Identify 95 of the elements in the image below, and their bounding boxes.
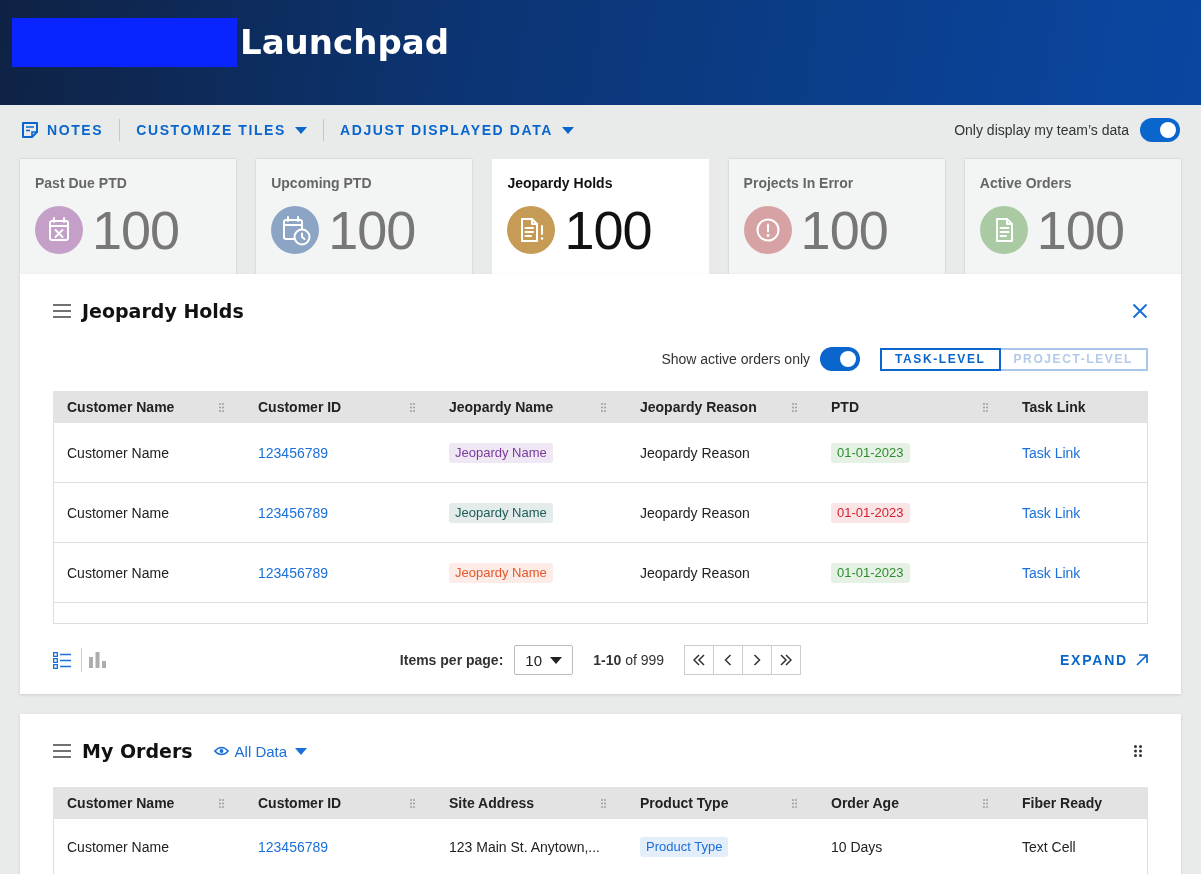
- drag-handle-icon[interactable]: [410, 798, 415, 808]
- close-icon[interactable]: [1132, 303, 1148, 319]
- drag-handle-icon[interactable]: [219, 798, 224, 808]
- column-header: PTD: [831, 399, 859, 415]
- table-link[interactable]: 123456789: [258, 504, 329, 521]
- status-tag: 01-01-2023: [831, 562, 910, 583]
- drag-handle-icon[interactable]: [792, 402, 797, 412]
- table-cell-text: 123 Main St. Anytown,...: [448, 838, 601, 855]
- drag-handle-icon[interactable]: [983, 798, 988, 808]
- app-title: Launchpad: [240, 21, 449, 64]
- status-tag: Jeopardy Name: [449, 442, 553, 463]
- column-header: Customer ID: [258, 399, 342, 415]
- table-cell-text: Jeopardy Reason: [639, 504, 751, 521]
- last-page-button[interactable]: [771, 645, 802, 675]
- tile-title: Jeopardy Holds: [507, 175, 614, 191]
- tile-count: 100: [1036, 206, 1124, 254]
- caret-down-icon: [295, 126, 307, 134]
- column-header: Customer Name: [67, 399, 175, 415]
- tile-count: 100: [564, 206, 652, 254]
- list-view-icon[interactable]: [53, 651, 71, 669]
- table-link[interactable]: Task Link: [1022, 504, 1081, 521]
- table-cell-text: Jeopardy Reason: [639, 444, 751, 461]
- notes-button[interactable]: NOTES: [22, 122, 104, 138]
- summary-tile[interactable]: Active Orders 100: [964, 159, 1181, 274]
- first-page-button[interactable]: [684, 645, 715, 675]
- status-tag: Jeopardy Name: [449, 562, 553, 583]
- drag-handle-icon[interactable]: [792, 798, 797, 808]
- menu-icon[interactable]: [53, 744, 71, 758]
- drag-handle-icon[interactable]: [410, 402, 415, 412]
- drag-handle-icon[interactable]: [983, 402, 988, 412]
- drag-handle-icon[interactable]: [601, 798, 606, 808]
- double-chevron-right-icon: [780, 654, 793, 666]
- column-header: Customer Name: [67, 795, 175, 811]
- double-chevron-left-icon: [693, 654, 706, 666]
- caret-down-icon: [562, 126, 574, 134]
- data-filter-dropdown[interactable]: All Data: [213, 742, 308, 760]
- tile-count: 100: [800, 206, 888, 254]
- status-tag: Jeopardy Name: [449, 502, 553, 523]
- tile-title: Active Orders: [979, 175, 1073, 191]
- table-link[interactable]: 123456789: [258, 564, 329, 581]
- table-cell-text: Customer Name: [66, 444, 170, 461]
- column-header: Fiber Ready: [1022, 795, 1103, 811]
- column-header: Order Age: [831, 795, 899, 811]
- column-header: Jeopardy Reason: [640, 399, 757, 415]
- page-size-select[interactable]: 10: [514, 645, 574, 675]
- column-header: Site Address: [449, 795, 535, 811]
- table-cell-text: 10 Days: [830, 838, 884, 855]
- arrow-up-right-icon: [1136, 654, 1148, 666]
- table-link[interactable]: 123456789: [258, 838, 329, 855]
- items-per-page-label: Items per page:: [399, 652, 504, 668]
- summary-tile[interactable]: Upcoming PTD 100: [256, 159, 473, 274]
- drag-handle-icon[interactable]: [601, 402, 606, 412]
- tile-count: 100: [92, 206, 180, 254]
- table-link[interactable]: Task Link: [1022, 564, 1081, 581]
- panel-title: Jeopardy Holds: [82, 300, 244, 322]
- column-header: Jeopardy Name: [449, 399, 554, 415]
- segment-tab[interactable]: TASK-LEVEL: [880, 347, 1001, 371]
- expand-button[interactable]: EXPAND: [1059, 652, 1148, 668]
- dropdown-button[interactable]: ADJUST DISPLAYED DATA: [340, 122, 574, 138]
- status-tag: 01-01-2023: [831, 502, 910, 523]
- panel-title: My Orders: [82, 740, 193, 762]
- drag-handle-icon[interactable]: [219, 402, 224, 412]
- previous-page-button[interactable]: [713, 645, 744, 675]
- column-header: Task Link: [1022, 399, 1086, 415]
- filter-label: Only display my team’s data: [954, 122, 1129, 138]
- notes-icon: [22, 122, 38, 138]
- table-cell-text: Jeopardy Reason: [639, 564, 751, 581]
- table-link[interactable]: Task Link: [1022, 444, 1081, 461]
- table-cell-text: Text Cell: [1021, 838, 1077, 855]
- page-range: 1-10 of 999: [593, 652, 665, 668]
- column-header: Product Type: [640, 795, 729, 811]
- tile-title: Upcoming PTD: [271, 175, 373, 191]
- status-tag: Product Type: [640, 836, 729, 857]
- eye-icon: [213, 746, 229, 756]
- tile-title: Past Due PTD: [35, 175, 128, 191]
- status-tag: 01-01-2023: [831, 442, 910, 463]
- table-link[interactable]: 123456789: [258, 444, 329, 461]
- toggle-switch[interactable]: [820, 347, 861, 371]
- summary-tile[interactable]: Projects In Error 100: [728, 159, 945, 274]
- summary-tile[interactable]: Past Due PTD 100: [20, 159, 237, 274]
- table-cell-text: Customer Name: [66, 504, 170, 521]
- table-cell-text: Customer Name: [66, 838, 170, 855]
- dropdown-button[interactable]: CUSTOMIZE TILES: [136, 122, 307, 138]
- table-cell-text: Customer Name: [66, 564, 170, 581]
- summary-tile[interactable]: Jeopardy Holds 100: [492, 159, 709, 274]
- menu-icon[interactable]: [53, 304, 71, 318]
- column-header: Customer ID: [258, 795, 342, 811]
- tile-title: Projects In Error: [743, 175, 855, 191]
- filter-label: Show active orders only: [661, 351, 811, 367]
- next-page-button[interactable]: [742, 645, 773, 675]
- tile-count: 100: [328, 206, 416, 254]
- caret-down-icon: [550, 656, 563, 664]
- toggle-switch[interactable]: [1140, 118, 1180, 142]
- caret-down-icon: [295, 747, 308, 755]
- drag-handle-icon[interactable]: [1134, 745, 1142, 757]
